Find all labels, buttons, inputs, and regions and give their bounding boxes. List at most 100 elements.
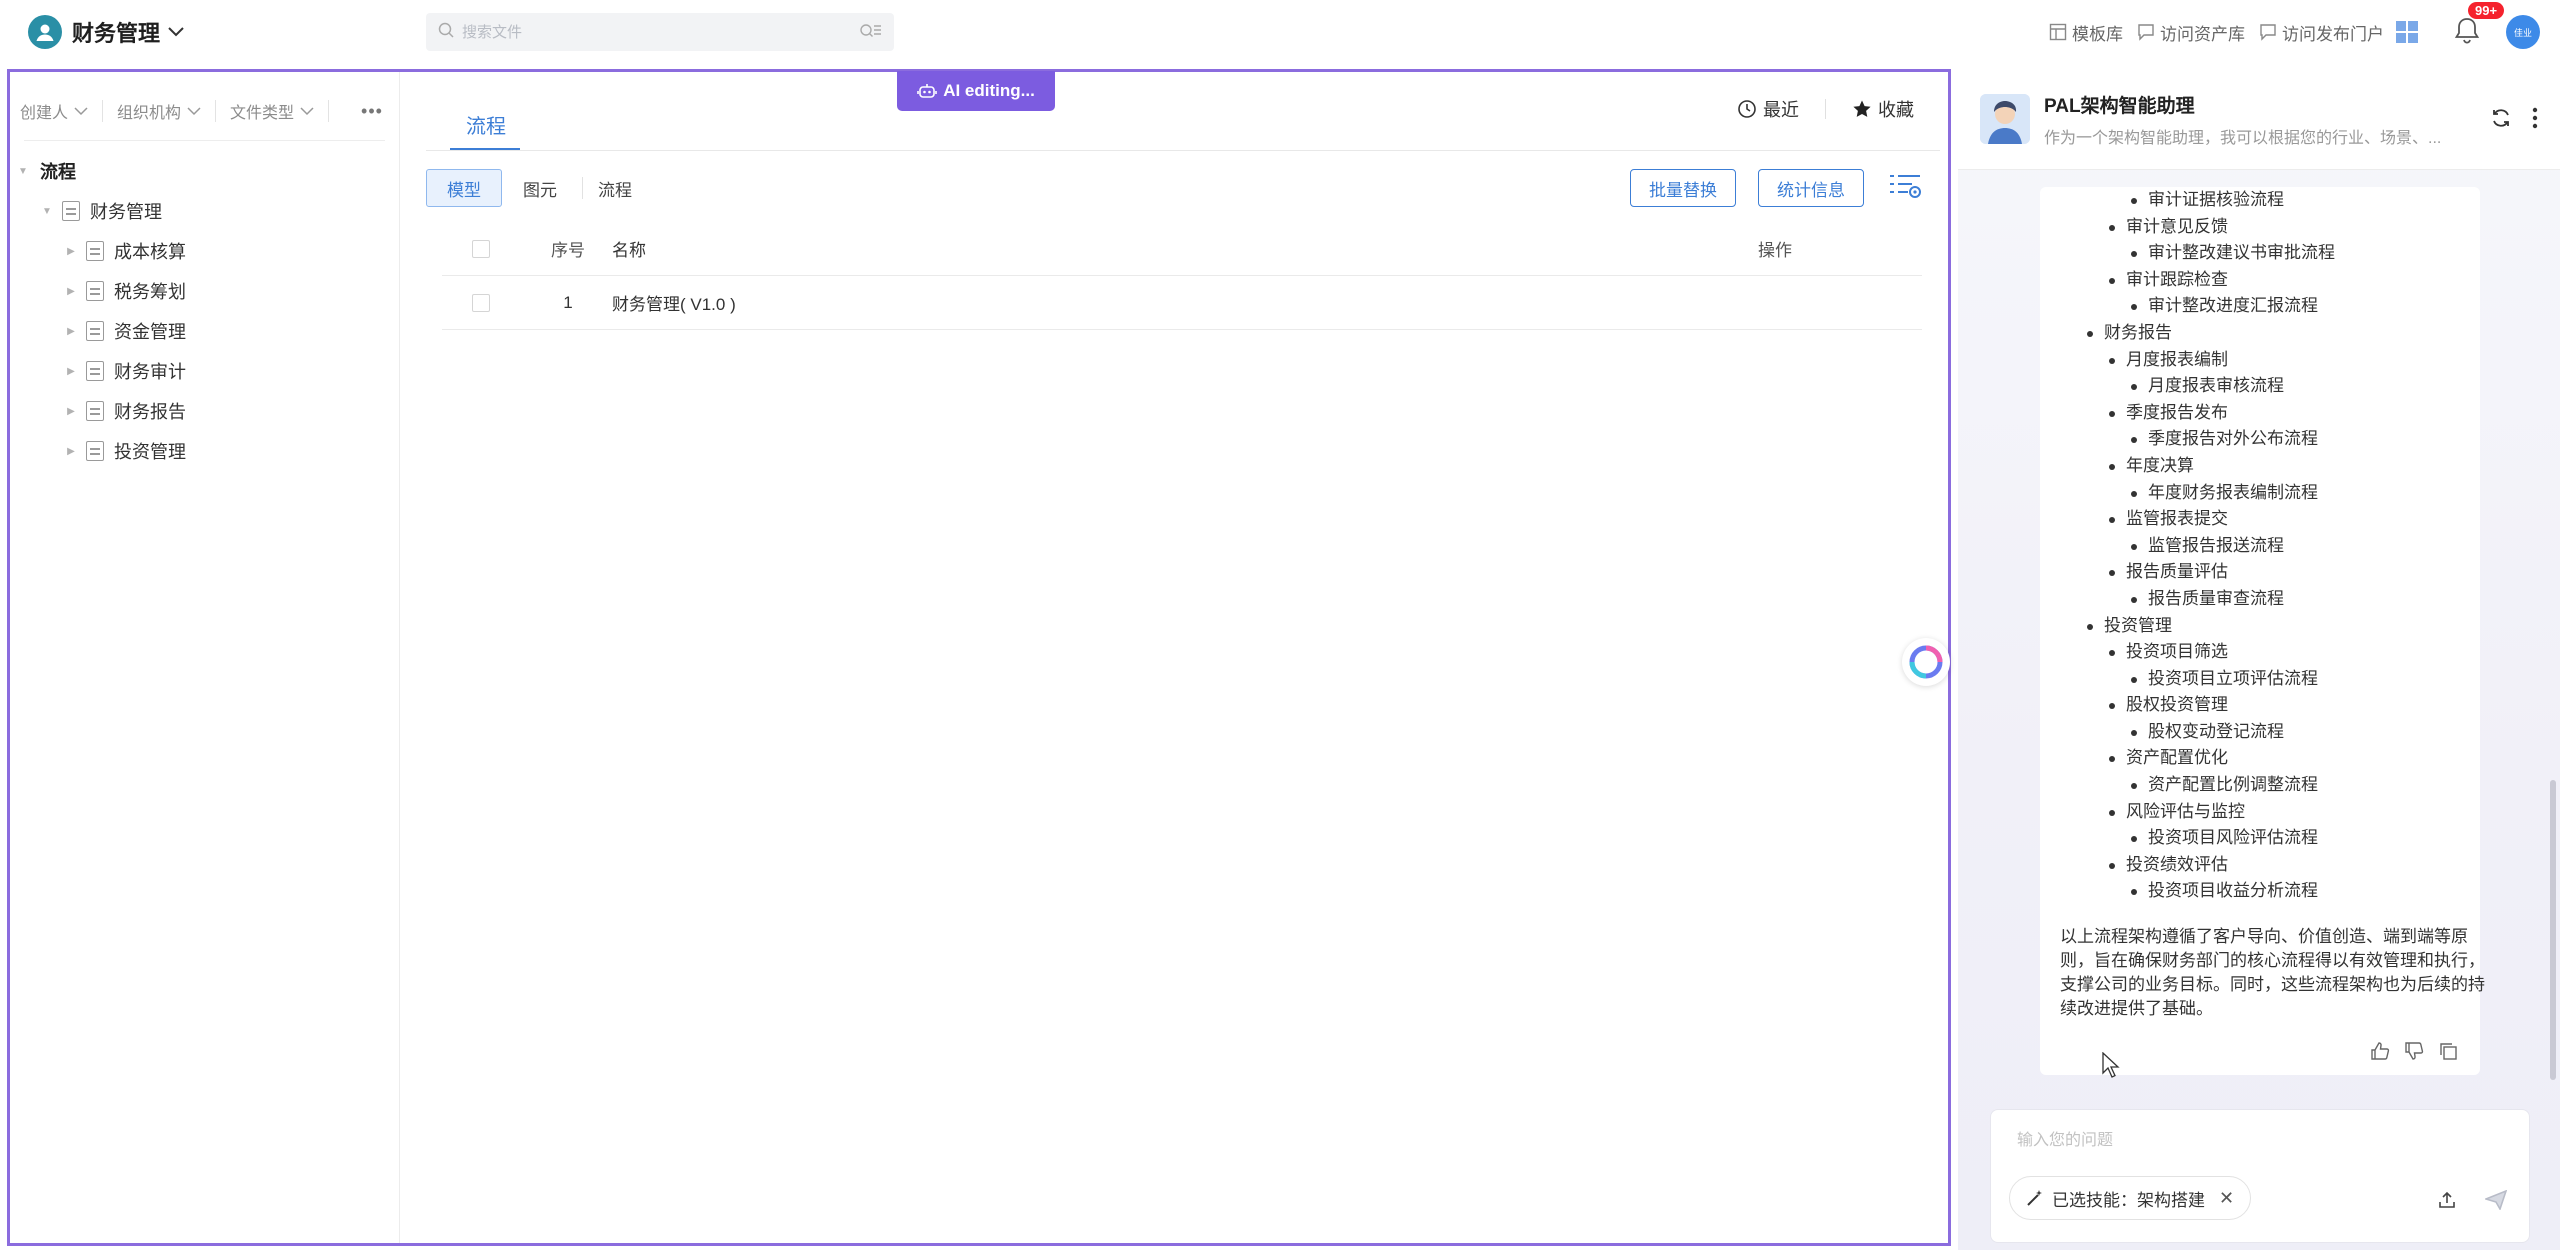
process-table: 序号 名称 操作 1 财务管理( V1.0 ) [442, 222, 1922, 330]
outline-item-level-3: 股权变动登记流程 [2062, 719, 2458, 746]
tree-node-child[interactable]: ▶ 资金管理 [10, 311, 399, 351]
outline-item-level-3: 年度财务报表编制流程 [2062, 480, 2458, 507]
statistics-button[interactable]: 统计信息 [1758, 169, 1864, 207]
app-switcher[interactable]: 财务管理 [28, 15, 184, 49]
outline-item-level-3: 资产配置比例调整流程 [2062, 772, 2458, 799]
publish-portal-link[interactable]: 访问发布门户 [2259, 20, 2384, 45]
outline-item-level-2: 年度决算 [2062, 453, 2458, 480]
divider [426, 150, 1940, 151]
star-icon [1853, 100, 1871, 117]
outline-item-level-3: 投资项目收益分析流程 [2062, 878, 2458, 905]
tree-node-child[interactable]: ▶ 财务审计 [10, 351, 399, 391]
document-icon [86, 281, 104, 301]
outline-item-level-2: 审计跟踪检查 [2062, 267, 2458, 294]
search-input[interactable] [462, 23, 860, 41]
tree-node-label: 资金管理 [114, 322, 186, 342]
apps-grid-icon[interactable] [2396, 21, 2418, 43]
caret-right-icon[interactable]: ▶ [64, 246, 78, 257]
segment-process[interactable]: 流程 [587, 169, 653, 207]
caret-down-icon[interactable]: ▼ [40, 206, 54, 217]
assistant-header: PAL架构智能助理 作为一个架构智能助理，我可以根据您的行业、场景、... [1958, 69, 2560, 169]
user-avatar[interactable]: 佳业 [2506, 15, 2540, 49]
tab-process[interactable]: 流程 [466, 110, 506, 139]
selected-skill-label: 已选技能：架构搭建 [2052, 1190, 2205, 1210]
layout-icon [2049, 23, 2067, 41]
tree-node-child[interactable]: ▶ 财务报告 [10, 391, 399, 431]
filter-file-type[interactable]: 文件类型 [230, 99, 314, 123]
favorite-button[interactable]: 收藏 [1852, 96, 1914, 122]
caret-down-icon[interactable]: ▼ [16, 166, 30, 177]
select-all-checkbox[interactable] [472, 239, 490, 258]
document-icon [86, 361, 104, 381]
more-icon[interactable]: ••• [361, 101, 383, 122]
more-vertical-icon[interactable] [2532, 107, 2538, 134]
close-icon[interactable]: ✕ [2219, 1188, 2234, 1209]
sub-toolbar: 模型 图元 流程 批量替换 统计信息 [426, 164, 1940, 212]
upload-icon[interactable] [2437, 1190, 2457, 1215]
caret-right-icon[interactable]: ▶ [64, 366, 78, 377]
segment-model[interactable]: 模型 [426, 169, 502, 207]
tree-node-child[interactable]: ▶ 投资管理 [10, 431, 399, 471]
notifications[interactable]: 99+ [2454, 1, 2505, 49]
divider [328, 100, 330, 122]
template-library-label: 模板库 [2072, 24, 2123, 44]
ai-editing-badge: AI editing... [897, 71, 1055, 111]
table-header: 序号 名称 操作 [442, 222, 1922, 276]
divider [102, 100, 104, 122]
refresh-icon[interactable] [2490, 107, 2512, 134]
caret-right-icon[interactable]: ▶ [64, 326, 78, 337]
thumbs-down-icon[interactable] [2404, 1041, 2424, 1061]
caret-right-icon[interactable]: ▶ [64, 286, 78, 297]
caret-right-icon[interactable]: ▶ [64, 406, 78, 417]
top-actions: 模板库 访问资产库 访问发布门户 99+ 佳业 [2035, 0, 2560, 64]
column-header-operation: 操作 [1758, 241, 1792, 260]
left-panel: 创建人 组织机构 文件类型 ••• ▼ 流程 ▼ 财务管理 ▶ 成本核算 ▶ 税… [10, 72, 400, 1243]
mouse-cursor-icon [2102, 1051, 2120, 1083]
workspace-frame: 创建人 组织机构 文件类型 ••• ▼ 流程 ▼ 财务管理 ▶ 成本核算 ▶ 税… [7, 69, 1951, 1246]
tree-node-label: 投资管理 [114, 442, 186, 462]
batch-replace-button[interactable]: 批量替换 [1630, 169, 1736, 207]
outline-item-level-3: 月度报表审核流程 [2062, 373, 2458, 400]
tree-node-finance[interactable]: ▼ 财务管理 [10, 191, 399, 231]
assistant-toggle-icon[interactable] [1902, 638, 1950, 686]
app-title: 财务管理 [72, 21, 161, 46]
tree-node-label: 财务报告 [114, 402, 186, 422]
filter-organization[interactable]: 组织机构 [117, 99, 201, 123]
search-box[interactable] [426, 13, 894, 51]
search-icon [438, 22, 454, 43]
filter-creator-label: 创建人 [20, 105, 69, 122]
tree-node-child[interactable]: ▶ 成本核算 [10, 231, 399, 271]
selected-skill-chip[interactable]: 已选技能：架构搭建 ✕ [2009, 1176, 2252, 1220]
caret-right-icon[interactable]: ▶ [64, 446, 78, 457]
magic-wand-icon [2027, 1190, 2042, 1206]
tree-node-root[interactable]: ▼ 流程 [10, 151, 399, 191]
chat-bubble-icon [2138, 24, 2154, 41]
thumbs-up-icon[interactable] [2370, 1041, 2390, 1061]
list-settings-icon[interactable] [1888, 172, 1922, 205]
chevron-down-icon [168, 27, 184, 37]
assistant-scrollbar[interactable] [2550, 780, 2556, 1080]
copy-icon[interactable] [2438, 1041, 2458, 1061]
recent-button[interactable]: 最近 [1737, 96, 1799, 122]
divider [1825, 99, 1826, 119]
table-row[interactable]: 1 财务管理( V1.0 ) [442, 276, 1922, 330]
filter-file-type-label: 文件类型 [230, 105, 295, 122]
bell-icon [2454, 17, 2480, 44]
filter-creator[interactable]: 创建人 [20, 99, 88, 123]
segment-element[interactable]: 图元 [502, 169, 578, 207]
document-icon [86, 241, 104, 261]
divider [215, 100, 217, 122]
template-library-link[interactable]: 模板库 [2049, 20, 2123, 45]
chat-input[interactable] [2017, 1126, 2497, 1156]
tree-node-child[interactable]: ▶ 税务筹划 [10, 271, 399, 311]
outline-item-level-3: 审计证据核验流程 [2062, 187, 2458, 214]
outline-item-level-3: 审计整改进度汇报流程 [2062, 293, 2458, 320]
favorite-label: 收藏 [1878, 100, 1914, 120]
filter-search-icon[interactable] [860, 22, 882, 43]
row-name[interactable]: 财务管理( V1.0 ) [594, 290, 1758, 315]
row-checkbox[interactable] [472, 293, 490, 312]
asset-library-link[interactable]: 访问资产库 [2137, 20, 2245, 45]
send-icon[interactable] [2483, 1189, 2508, 1215]
robot-icon [917, 84, 937, 98]
tab-bar: 流程 最近 收藏 [426, 72, 1940, 152]
